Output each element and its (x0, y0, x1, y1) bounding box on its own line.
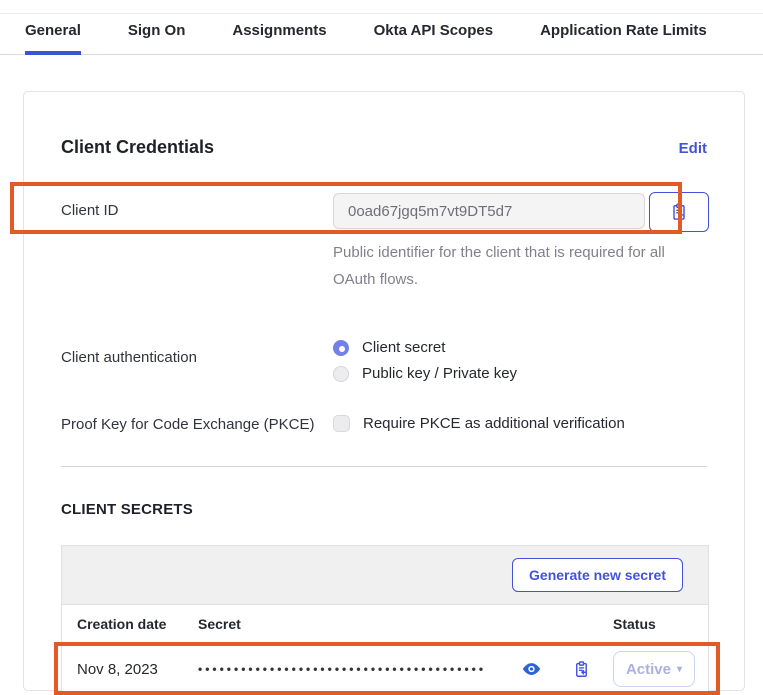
table-header-row: Creation date Secret Status (62, 605, 708, 643)
client-secrets-title: CLIENT SECRETS (61, 501, 707, 518)
radio-client-secret-label: Client secret (362, 339, 445, 356)
section-divider (61, 466, 707, 467)
tab-application-rate-limits[interactable]: Application Rate Limits (540, 22, 707, 55)
client-authentication-row: Client authentication Client secret Publ… (61, 339, 707, 382)
status-label: Active (626, 661, 671, 678)
client-secrets-table: Creation date Secret Status Nov 8, 2023 … (62, 605, 708, 695)
radio-unselected-icon[interactable] (333, 366, 349, 382)
client-secrets-toolbar: Generate new secret (62, 546, 708, 605)
tab-general[interactable]: General (25, 22, 81, 55)
app-tab-bar: General Sign On Assignments Okta API Sco… (0, 13, 763, 55)
client-credentials-card: Client Credentials Edit Client ID (23, 91, 745, 691)
client-id-input[interactable] (333, 193, 645, 229)
caret-down-icon: ▾ (677, 664, 682, 675)
pkce-checkbox-option[interactable]: Require PKCE as additional verification (333, 415, 707, 432)
client-secrets-box: Generate new secret Creation date Secret… (61, 545, 709, 695)
clipboard-icon (572, 660, 591, 679)
card-header: Client Credentials Edit (61, 92, 707, 158)
client-authentication-label: Client authentication (61, 339, 333, 368)
tab-okta-api-scopes[interactable]: Okta API Scopes (374, 22, 494, 55)
client-id-label: Client ID (61, 192, 333, 221)
copy-secret-button[interactable] (572, 660, 591, 679)
client-id-help-text: Public identifier for the client that is… (333, 239, 709, 293)
column-header-creation-date: Creation date (77, 616, 198, 632)
masked-secret-value: •••••••••••••••••••••••••••••••••••••••• (198, 662, 520, 676)
tab-sign-on[interactable]: Sign On (128, 22, 186, 55)
pkce-checkbox-label: Require PKCE as additional verification (363, 415, 625, 432)
status-dropdown-button[interactable]: Active ▾ (613, 651, 695, 687)
checkbox-unchecked-icon[interactable] (333, 415, 350, 432)
reveal-secret-button[interactable] (522, 662, 541, 676)
tab-assignments[interactable]: Assignments (232, 22, 326, 55)
radio-public-private-key-label: Public key / Private key (362, 365, 517, 382)
card-title: Client Credentials (61, 137, 214, 158)
generate-new-secret-button[interactable]: Generate new secret (512, 558, 683, 592)
pkce-label: Proof Key for Code Exchange (PKCE) (61, 415, 333, 435)
radio-public-private-key[interactable]: Public key / Private key (333, 365, 707, 382)
radio-client-secret[interactable]: Client secret (333, 339, 707, 356)
eye-icon (522, 662, 541, 676)
secret-cell: •••••••••••••••••••••••••••••••••••••••• (198, 660, 613, 679)
column-header-secret: Secret (198, 616, 613, 632)
pkce-row: Proof Key for Code Exchange (PKCE) Requi… (61, 415, 707, 435)
secret-status-cell: Active ▾ (613, 651, 695, 687)
client-id-row: Client ID Public identifi (61, 192, 707, 293)
copy-client-id-button[interactable] (649, 192, 709, 232)
column-header-status: Status (613, 616, 693, 632)
secret-table-row: Nov 8, 2023 ••••••••••••••••••••••••••••… (62, 643, 708, 695)
radio-selected-icon[interactable] (333, 340, 349, 356)
clipboard-icon (669, 202, 689, 222)
edit-link[interactable]: Edit (679, 140, 707, 157)
secret-creation-date: Nov 8, 2023 (77, 661, 198, 678)
